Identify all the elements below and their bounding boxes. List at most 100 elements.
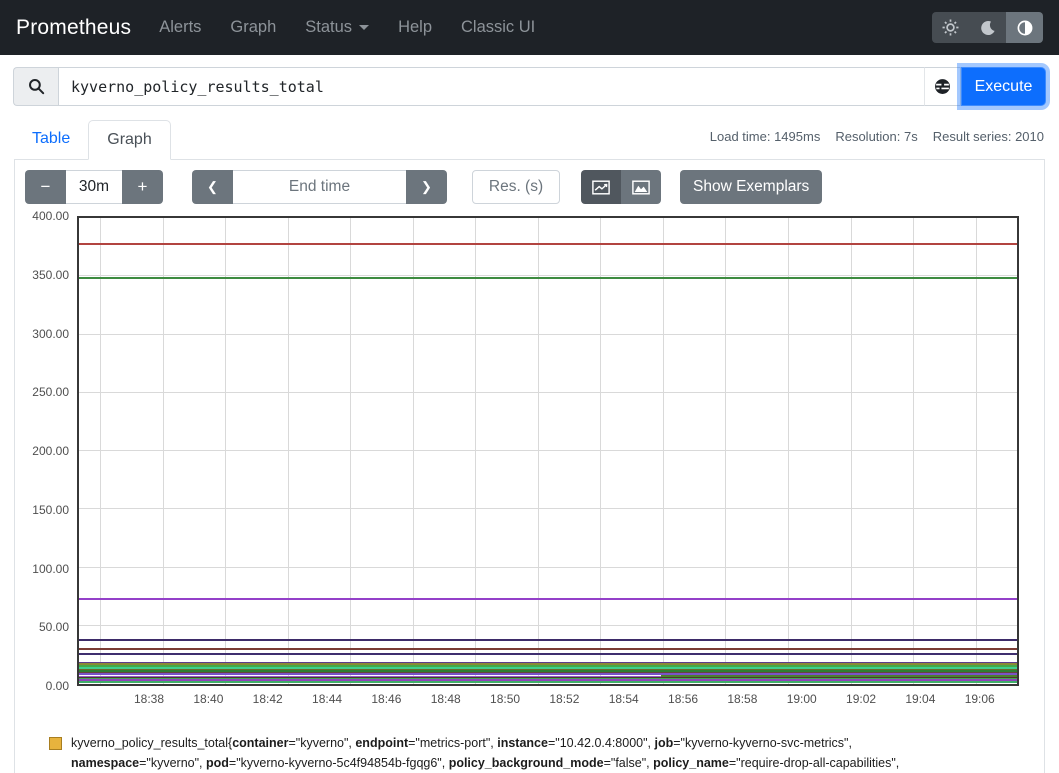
y-tick-label: 250.00	[32, 385, 69, 399]
series-line	[79, 277, 1017, 279]
v-gridline	[538, 218, 539, 684]
area-chart-icon	[632, 180, 650, 195]
x-tick-label: 19:00	[787, 692, 817, 706]
auto-theme-button[interactable]	[1006, 12, 1043, 43]
x-tick-label: 18:46	[371, 692, 401, 706]
y-tick-label: 150.00	[32, 503, 69, 517]
tab-graph[interactable]: Graph	[88, 120, 170, 160]
brand-prometheus[interactable]: Prometheus	[16, 16, 131, 40]
v-gridline	[788, 218, 789, 684]
nav-status-label: Status	[305, 18, 352, 37]
h-gridline	[79, 625, 1017, 626]
series-line	[79, 243, 1017, 245]
show-exemplars-button[interactable]: Show Exemplars	[680, 170, 822, 204]
nav-status-dropdown[interactable]: Status	[305, 18, 369, 37]
v-gridline	[288, 218, 289, 684]
y-tick-label: 300.00	[32, 327, 69, 341]
end-time-input[interactable]	[233, 170, 406, 204]
metrics-explorer-addon[interactable]	[924, 67, 961, 106]
query-bar: Execute	[0, 55, 1059, 116]
x-tick-label: 18:42	[253, 692, 283, 706]
v-gridline	[663, 218, 664, 684]
legend: kyverno_policy_results_total{container="…	[49, 733, 1030, 773]
v-gridline	[976, 218, 977, 684]
series-line	[79, 598, 1017, 600]
line-chart-icon	[592, 180, 610, 195]
line-chart-button[interactable]	[581, 170, 621, 204]
resolution-input[interactable]	[472, 170, 560, 204]
x-tick-label: 18:48	[431, 692, 461, 706]
nav-classic-ui[interactable]: Classic UI	[461, 18, 535, 37]
x-tick-label: 19:06	[965, 692, 995, 706]
theme-toggle	[932, 12, 1043, 43]
h-gridline	[79, 567, 1017, 568]
y-tick-label: 200.00	[32, 444, 69, 458]
light-theme-button[interactable]	[932, 12, 969, 43]
x-tick-label: 18:54	[609, 692, 639, 706]
v-gridline	[725, 218, 726, 684]
v-gridline	[913, 218, 914, 684]
y-axis-labels: 0.0050.00100.00150.00200.00250.00300.003…	[25, 216, 69, 686]
stacked-chart-button[interactable]	[621, 170, 661, 204]
increase-range-button[interactable]: +	[122, 170, 163, 204]
query-stats: Load time: 1495ms Resolution: 7s Result …	[710, 129, 1044, 144]
h-gridline	[79, 508, 1017, 509]
v-gridline	[350, 218, 351, 684]
sun-icon	[942, 19, 959, 36]
result-series: Result series: 2010	[933, 129, 1044, 144]
y-tick-label: 400.00	[32, 209, 69, 223]
nav-graph[interactable]: Graph	[230, 18, 276, 37]
v-gridline	[851, 218, 852, 684]
query-input-group	[13, 67, 961, 106]
v-gridline	[100, 218, 101, 684]
plot-area[interactable]	[77, 216, 1019, 686]
forward-time-button[interactable]: ❯	[406, 170, 447, 204]
series-line	[79, 648, 1017, 650]
series-line	[79, 681, 1017, 683]
search-addon	[13, 67, 58, 106]
y-tick-label: 0.00	[46, 679, 69, 693]
v-gridline	[475, 218, 476, 684]
search-icon	[28, 78, 45, 95]
graph-toolbar: − + ❮ ❯	[25, 170, 1034, 204]
graph-area: 0.0050.00100.00150.00200.00250.00300.003…	[25, 216, 1034, 712]
moon-icon	[980, 20, 996, 36]
end-time-group: ❮ ❯	[192, 170, 447, 204]
half-circle-contrast-icon	[1017, 20, 1033, 36]
legend-line: namespace="kyverno", pod="kyverno-kyvern…	[71, 753, 1030, 773]
v-gridline	[225, 218, 226, 684]
tab-table[interactable]: Table	[14, 120, 88, 159]
x-tick-label: 18:52	[549, 692, 579, 706]
v-gridline	[600, 218, 601, 684]
h-gridline	[79, 334, 1017, 335]
v-gridline	[163, 218, 164, 684]
h-gridline	[79, 392, 1017, 393]
x-tick-label: 18:38	[134, 692, 164, 706]
legend-text[interactable]: kyverno_policy_results_total{container="…	[71, 733, 1030, 773]
nav-alerts[interactable]: Alerts	[159, 18, 201, 37]
legend-line: kyverno_policy_results_total{container="…	[71, 733, 1030, 753]
x-tick-label: 18:50	[490, 692, 520, 706]
x-tick-label: 18:40	[193, 692, 223, 706]
back-time-button[interactable]: ❮	[192, 170, 233, 204]
chart-type-toggle	[581, 170, 661, 204]
nav-help[interactable]: Help	[398, 18, 432, 37]
h-gridline	[79, 450, 1017, 451]
x-tick-label: 18:44	[312, 692, 342, 706]
range-input[interactable]	[66, 170, 122, 204]
legend-color-swatch[interactable]	[49, 737, 62, 750]
y-tick-label: 350.00	[32, 268, 69, 282]
duration-group: − +	[25, 170, 163, 204]
chevron-down-icon	[359, 25, 369, 30]
x-tick-label: 18:56	[668, 692, 698, 706]
decrease-range-button[interactable]: −	[25, 170, 66, 204]
globe-icon	[934, 78, 951, 95]
dark-theme-button[interactable]	[969, 12, 1006, 43]
x-tick-label: 19:02	[846, 692, 876, 706]
tabs-row: Table Graph Load time: 1495ms Resolution…	[0, 116, 1059, 159]
x-tick-label: 19:04	[905, 692, 935, 706]
execute-button[interactable]: Execute	[961, 67, 1046, 106]
resolution: Resolution: 7s	[835, 129, 917, 144]
query-expression-input[interactable]	[58, 67, 924, 106]
x-tick-label: 18:58	[727, 692, 757, 706]
